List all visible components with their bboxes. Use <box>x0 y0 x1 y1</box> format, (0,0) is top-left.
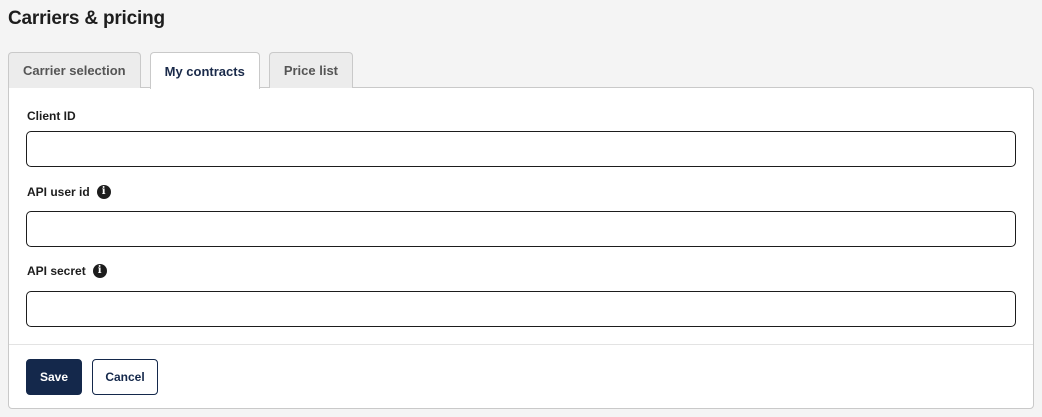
api-user-id-label: API user id i <box>27 185 111 199</box>
info-icon[interactable]: i <box>92 264 107 278</box>
divider <box>9 344 1033 345</box>
client-id-label-text: Client ID <box>27 109 76 123</box>
tab-bar: Carrier selection My contracts Price lis… <box>8 52 354 89</box>
api-secret-label-text: API secret <box>27 264 86 278</box>
contracts-panel: Client ID API user id i API secret i Sav… <box>8 87 1034 409</box>
client-id-label: Client ID <box>27 109 76 123</box>
client-id-input[interactable] <box>26 131 1016 167</box>
api-secret-label: API secret i <box>27 264 107 278</box>
page-title: Carriers & pricing <box>8 8 165 29</box>
tab-carrier-selection[interactable]: Carrier selection <box>8 52 141 88</box>
cancel-button[interactable]: Cancel <box>92 359 158 395</box>
api-user-id-input[interactable] <box>26 211 1016 247</box>
api-secret-input[interactable] <box>26 291 1016 327</box>
tab-price-list[interactable]: Price list <box>268 52 354 88</box>
info-icon[interactable]: i <box>96 185 111 199</box>
save-button[interactable]: Save <box>26 359 82 395</box>
tab-my-contracts[interactable]: My contracts <box>149 52 260 89</box>
api-user-id-label-text: API user id <box>27 185 90 199</box>
